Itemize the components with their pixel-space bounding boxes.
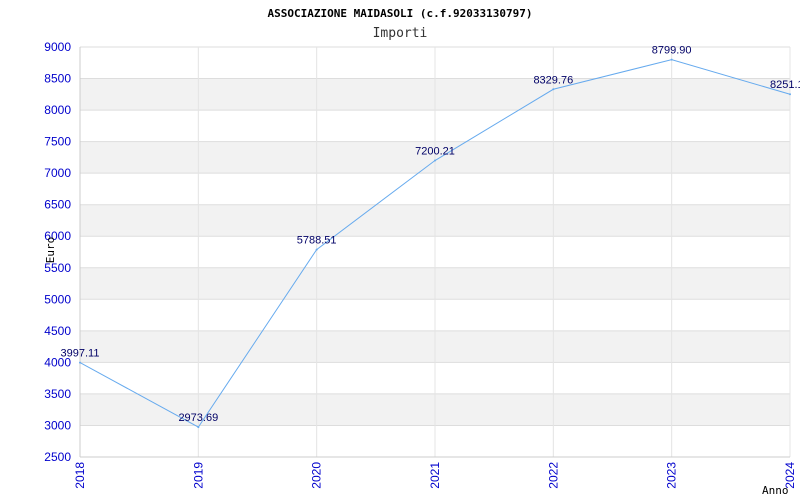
data-label: 8251.1 — [770, 79, 800, 91]
line-chart: 2500300035004000450050005500600065007000… — [44, 7, 800, 497]
data-point — [434, 159, 436, 162]
x-axis-label: Anno — [762, 484, 789, 497]
y-tick-label: 7500 — [44, 135, 71, 149]
data-label: 5788.51 — [297, 235, 337, 247]
x-tick-labels: 2018 2019 2020 2021 2022 2023 2024 — [73, 462, 797, 489]
data-point — [670, 58, 673, 61]
data-point — [315, 248, 318, 251]
y-tick-label: 5000 — [44, 292, 71, 306]
y-tick-label: 8500 — [44, 72, 71, 86]
y-axis-label: Euro — [44, 237, 57, 264]
data-point — [79, 361, 81, 364]
x-tick-label: 2023 — [665, 462, 679, 489]
chart-subtitle: Importi — [373, 26, 428, 41]
data-label: 8799.90 — [652, 45, 692, 57]
data-point — [197, 426, 200, 429]
data-point — [552, 88, 555, 91]
x-tick-label: 2019 — [191, 462, 205, 489]
x-tick-label: 2020 — [310, 462, 324, 489]
y-tick-label: 9000 — [44, 40, 71, 54]
x-tick-label: 2021 — [428, 462, 442, 489]
x-tick-label: 2018 — [73, 462, 87, 489]
data-label: 3997.11 — [61, 348, 100, 360]
data-label: 7200.21 — [415, 146, 455, 158]
y-tick-label: 3000 — [44, 418, 71, 432]
y-tick-label: 2500 — [44, 450, 71, 464]
data-label: 2973.69 — [178, 412, 218, 424]
data-label: 8329.76 — [533, 74, 573, 86]
y-tick-label: 8000 — [44, 103, 71, 117]
y-tick-label: 4500 — [44, 324, 71, 338]
x-tick-label: 2022 — [546, 462, 560, 489]
data-point — [789, 93, 791, 96]
chart-title: ASSOCIAZIONE MAIDASOLI (c.f.92033130797) — [268, 7, 533, 20]
y-tick-label: 7000 — [44, 166, 71, 180]
y-tick-label: 6500 — [44, 198, 71, 212]
y-tick-label: 3500 — [44, 387, 71, 401]
